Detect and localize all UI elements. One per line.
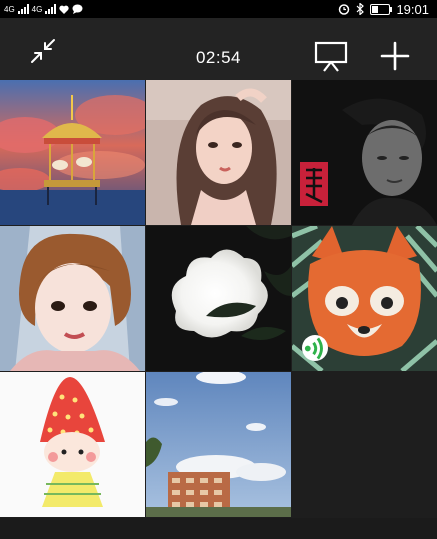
voice-icon [304, 337, 323, 359]
tile-woman-portrait[interactable] [146, 80, 291, 225]
strawberry-girl-image [0, 372, 145, 517]
plus-icon [380, 41, 410, 71]
tile-strawberry-girl[interactable] [0, 372, 145, 517]
cloud-lamp-image [146, 226, 291, 371]
signal-icon [17, 4, 29, 14]
status-bar: 4G 4G 19:01 [0, 0, 437, 18]
tile-man-portrait[interactable] [292, 80, 437, 225]
battery-icon [370, 3, 393, 15]
signal-icon-2 [45, 4, 57, 14]
screen-cast-icon [314, 41, 348, 72]
tile-fox[interactable] [292, 226, 437, 371]
tile-sky-building[interactable] [146, 372, 291, 517]
tile-carousel[interactable] [0, 80, 145, 225]
screen-cast-button[interactable] [314, 41, 348, 73]
media-grid [0, 80, 437, 517]
carousel-image [0, 80, 145, 225]
message-icon [72, 4, 83, 14]
tile-cartoon-woman[interactable] [0, 226, 145, 371]
status-right: 19:01 [338, 2, 437, 17]
woman-portrait-image [146, 80, 291, 225]
call-toolbar: 02:54 [0, 18, 437, 80]
heart-icon [59, 5, 70, 14]
alarm-icon [339, 4, 350, 15]
tile-cloud-lamp[interactable] [146, 226, 291, 371]
add-button[interactable] [380, 41, 410, 71]
status-time: 19:01 [396, 1, 429, 17]
cartoon-woman-image [0, 226, 145, 371]
voice-badge[interactable] [302, 335, 328, 361]
man-portrait-image [292, 80, 437, 225]
bottom-bar [0, 518, 437, 539]
bluetooth-icon [357, 3, 365, 15]
status-left: 4G 4G [0, 4, 83, 14]
carrier-label-2: 4G [31, 4, 43, 14]
carrier-label-1: 4G [4, 4, 15, 14]
sky-building-image [146, 372, 291, 517]
call-timer: 02:54 [195, 48, 242, 67]
